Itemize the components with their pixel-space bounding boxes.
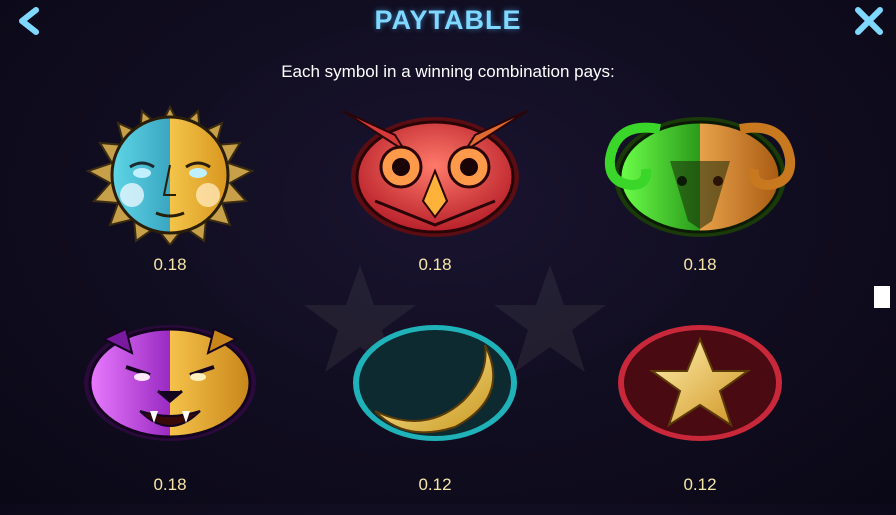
crescent-moon-icon (353, 325, 517, 441)
paytable-description: Each symbol in a winning combination pay… (281, 62, 615, 81)
page-title: PAYTABLE (374, 5, 522, 35)
paytable-item-star: 0.12 (600, 325, 800, 515)
paytable-item-panther: 0.18 (70, 325, 270, 515)
paytable-item-moon: 0.12 (335, 325, 535, 515)
header-bar: PAYTABLE (0, 0, 896, 44)
close-icon (855, 7, 883, 35)
scroll-indicator[interactable] (874, 286, 890, 308)
sun-face-icon (85, 105, 255, 245)
payout-value: 0.12 (418, 475, 452, 494)
panther-icon (84, 325, 256, 441)
ram-icon (604, 117, 796, 237)
owl-icon (342, 110, 528, 237)
payout-value: 0.18 (683, 255, 717, 274)
payout-value: 0.18 (153, 475, 187, 494)
paytable-item-owl: 0.18 (335, 105, 535, 295)
payout-value: 0.12 (683, 475, 717, 494)
close-button[interactable] (852, 6, 886, 36)
payout-value: 0.18 (153, 255, 187, 274)
star-icon (618, 325, 782, 441)
payout-value: 0.18 (418, 255, 452, 274)
paytable-item-sun: 0.18 (70, 105, 270, 295)
paytable-item-ram: 0.18 (600, 105, 800, 295)
